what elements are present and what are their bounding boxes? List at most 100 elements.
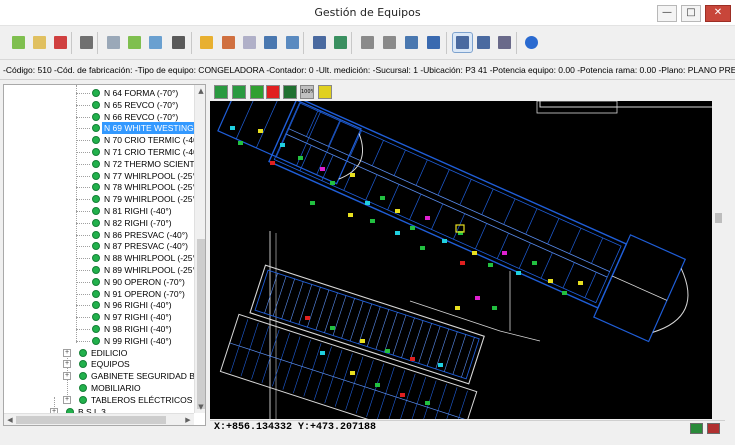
move-icon: [172, 36, 185, 49]
cad-scroll-thumb[interactable]: [715, 213, 722, 223]
stair-step: [307, 287, 321, 328]
equipment-status-icon: [92, 183, 100, 192]
scroll-left-arrow-icon[interactable]: ◀: [4, 414, 16, 425]
equipment-status-icon: [92, 230, 100, 239]
tree-group[interactable]: MOBILIARIO: [4, 382, 194, 394]
floor-plan-canvas[interactable]: [210, 101, 712, 419]
tree-item-label: N 86 PRESVAC (-40°): [104, 229, 189, 240]
tree-item[interactable]: N 72 THERMO SCIENTIFI: [4, 158, 194, 170]
tree-horizontal-scrollbar[interactable]: ◀ ▶: [4, 413, 194, 425]
scroll-up-arrow-icon[interactable]: ▲: [195, 85, 205, 97]
tree-item[interactable]: N 77 WHIRLPOOL (-25°): [4, 170, 194, 182]
grid-export-button[interactable]: [331, 33, 350, 52]
table-button[interactable]: [310, 33, 329, 52]
floor-plan-drawing[interactable]: [210, 101, 712, 419]
tree-group-label: TABLEROS ELÉCTRICOS: [91, 394, 193, 405]
status-print-icon[interactable]: [707, 423, 720, 434]
layout-list-icon: [498, 36, 511, 49]
cad-zoom-100-button[interactable]: 100%: [300, 85, 314, 99]
print-icon: [80, 36, 93, 49]
tree-connector: [76, 93, 90, 94]
scroll-right-arrow-icon[interactable]: ▶: [182, 414, 194, 425]
paste-button[interactable]: [125, 33, 144, 52]
layout-single-button[interactable]: [474, 33, 493, 52]
help-button[interactable]: [522, 33, 541, 52]
refresh-button[interactable]: [424, 33, 443, 52]
report-button[interactable]: [219, 33, 238, 52]
tree-connector: [76, 317, 90, 319]
form-button[interactable]: [240, 33, 259, 52]
status-layer-icon[interactable]: [690, 423, 703, 434]
tree-group[interactable]: + B.S.L.3: [4, 406, 194, 413]
settings-gear-button[interactable]: [261, 33, 280, 52]
magnifier-button[interactable]: [402, 33, 421, 52]
stair-step: [358, 303, 372, 344]
tree-group[interactable]: + EDILICIO: [4, 347, 194, 359]
tree-item[interactable]: N 89 WHIRLPOOL (-25°): [4, 264, 194, 276]
layout-split-button[interactable]: [452, 32, 473, 53]
new-document-button[interactable]: [9, 33, 28, 52]
equipment-marker: [258, 129, 263, 133]
expand-toggle-icon[interactable]: +: [63, 372, 71, 381]
equipment-marker: [562, 291, 567, 295]
expand-toggle-icon[interactable]: +: [63, 395, 71, 404]
tree-group[interactable]: + GABINETE SEGURIDAD BIOL: [4, 370, 194, 382]
tree-item[interactable]: N 66 REVCO (-70°): [4, 111, 194, 123]
equipment-marker: [310, 201, 315, 205]
tree-item[interactable]: N 82 RIGHI (-70°): [4, 217, 194, 229]
tree-item[interactable]: N 86 PRESVAC (-40°): [4, 229, 194, 241]
cad-pen-button[interactable]: [250, 85, 264, 99]
tree-connector: [76, 329, 90, 330]
layout-list-button[interactable]: [495, 33, 514, 52]
key-button[interactable]: [197, 33, 216, 52]
tree-horizontal-scroll-thumb[interactable]: [16, 416, 166, 424]
tree-item[interactable]: N 96 RIGHI (-40°): [4, 299, 194, 311]
tree-item[interactable]: N 99 RIGHI (-40°): [4, 335, 194, 347]
print-button[interactable]: [77, 33, 96, 52]
tree-connector: [76, 246, 90, 248]
tree-item[interactable]: N 81 RIGHI (-40°): [4, 205, 194, 217]
tree-group[interactable]: + EQUIPOS: [4, 358, 194, 370]
tree-item[interactable]: N 69 WHITE WESTINGH: [4, 122, 194, 135]
edit-document-button[interactable]: [30, 33, 49, 52]
tree-item[interactable]: N 98 RIGHI (-40°): [4, 323, 194, 335]
maximize-button[interactable]: □: [681, 5, 701, 22]
tree-item[interactable]: N 65 REVCO (-70°): [4, 99, 194, 111]
cad-delete-button[interactable]: [266, 85, 280, 99]
tree-vertical-scroll-thumb[interactable]: [197, 239, 205, 409]
tree-item[interactable]: N 71 CRIO TERMIC (-40°): [4, 146, 194, 158]
tree-vertical-scrollbar[interactable]: ▲ ▼: [194, 85, 205, 413]
tree-item-label: N 71 CRIO TERMIC (-40°): [104, 147, 194, 157]
room-partition: [365, 174, 378, 201]
export-button[interactable]: [146, 33, 165, 52]
config-button[interactable]: [283, 33, 302, 52]
cad-layers-button[interactable]: [283, 85, 297, 99]
tree-item[interactable]: N 70 CRIO TERMIC (-40°): [4, 134, 194, 146]
tree-group[interactable]: + TABLEROS ELÉCTRICOS: [4, 394, 194, 406]
cad-vertical-scrollbar[interactable]: [712, 101, 725, 419]
gray-square-button[interactable]: [380, 33, 399, 52]
tree-item[interactable]: N 64 FORMA (-70°): [4, 87, 194, 99]
scroll-down-arrow-icon[interactable]: ▼: [195, 401, 205, 413]
close-button[interactable]: ✕: [705, 5, 731, 22]
minimize-button[interactable]: —: [657, 5, 677, 22]
gray-square-button[interactable]: [358, 33, 377, 52]
cad-marker-button[interactable]: [318, 85, 332, 99]
move-button[interactable]: [169, 33, 188, 52]
cad-open-button[interactable]: [214, 85, 228, 99]
copy-button[interactable]: [104, 33, 123, 52]
tree-list: N 64 FORMA (-70°) N 65 REVCO (-70°) N 66 R…: [4, 85, 194, 413]
tree-item[interactable]: N 90 OPERON (-70°): [4, 276, 194, 288]
tree-item[interactable]: N 88 WHIRLPOOL (-25°): [4, 252, 194, 264]
tree-item[interactable]: N 78 WHIRLPOOL (-25°): [4, 181, 194, 193]
status-bar: X:+856.134332 Y:+473.207188: [210, 420, 725, 435]
tree-item[interactable]: N 91 OPERON (-70°): [4, 288, 194, 300]
tree-item[interactable]: N 87 PRESVAC (-40°): [4, 240, 194, 252]
equipment-marker: [270, 161, 275, 165]
expand-toggle-icon[interactable]: +: [63, 348, 71, 357]
cad-save-button[interactable]: [232, 85, 246, 99]
tree-item[interactable]: N 79 WHIRLPOOL (-25°): [4, 193, 194, 205]
expand-toggle-icon[interactable]: +: [63, 360, 71, 369]
tree-item[interactable]: N 97 RIGHI (-40°): [4, 311, 194, 323]
delete-document-button[interactable]: [51, 33, 70, 52]
